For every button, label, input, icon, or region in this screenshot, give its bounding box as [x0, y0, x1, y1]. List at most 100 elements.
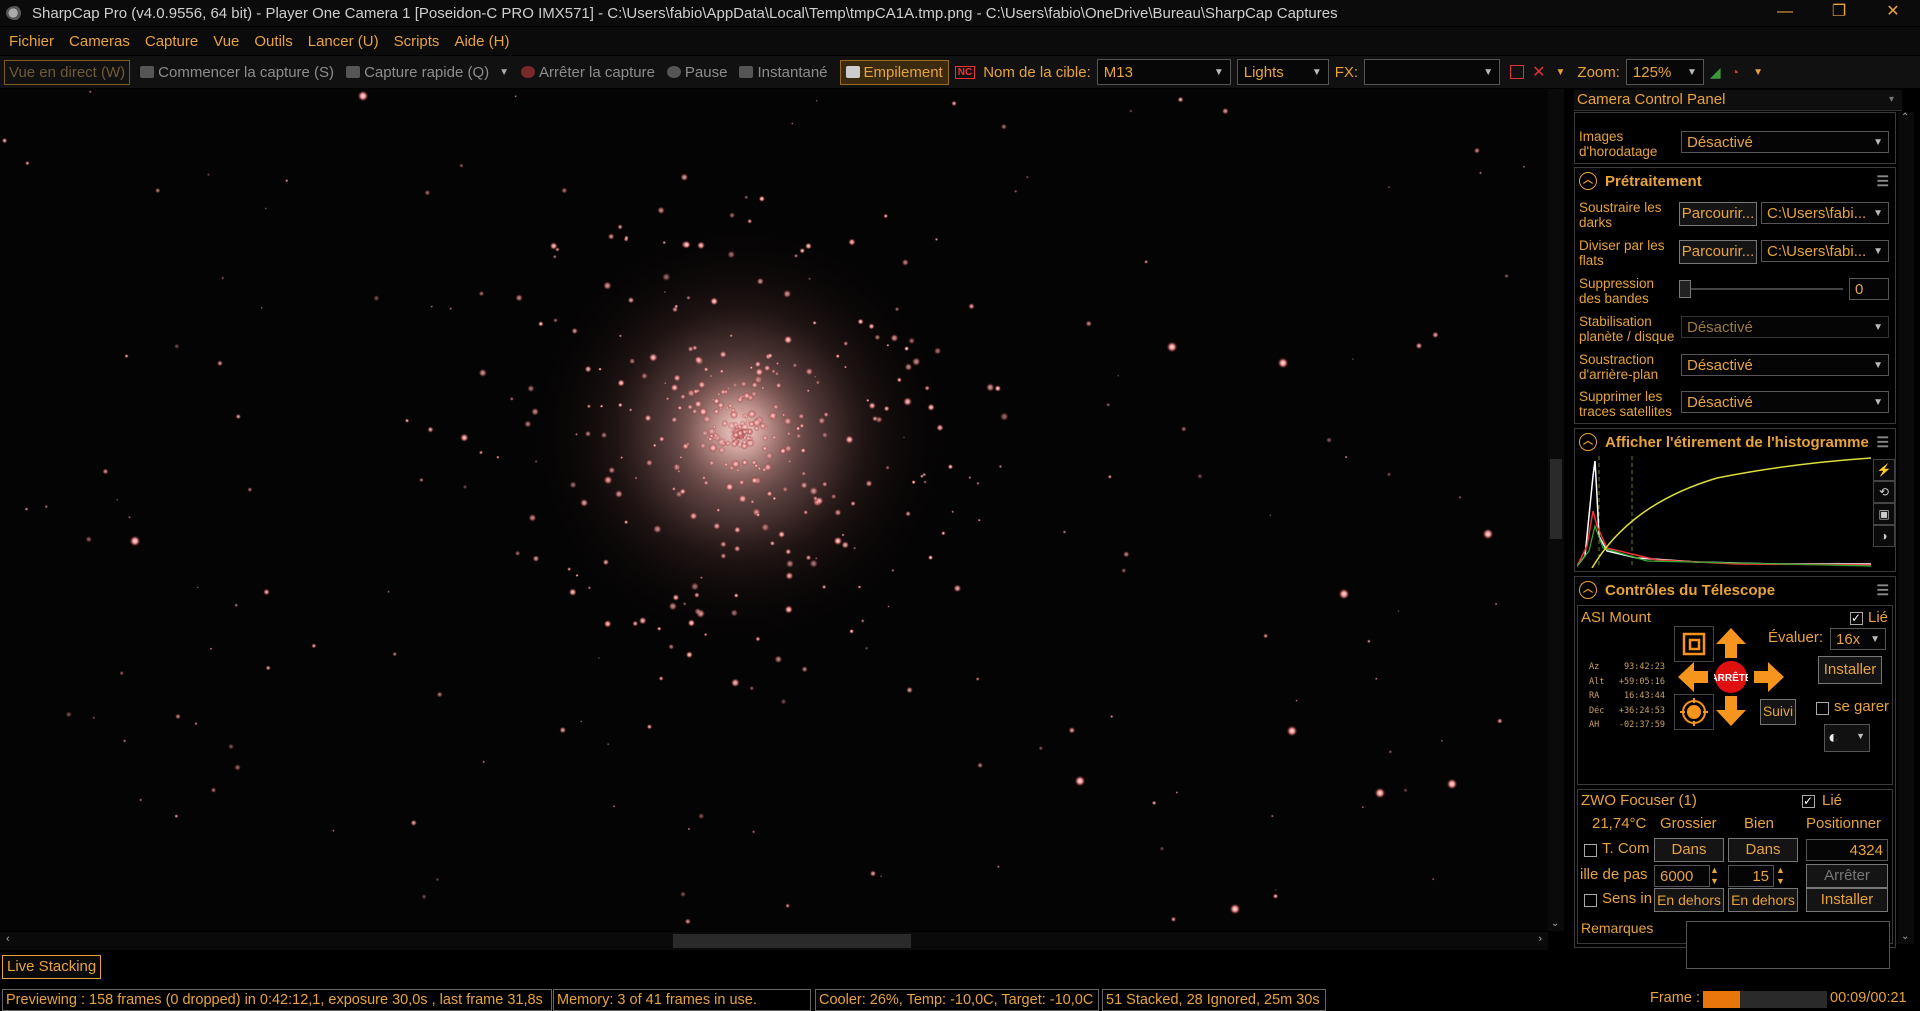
horizontal-scroll-thumb[interactable]	[673, 934, 911, 948]
telescope-header[interactable]: ︿ Contrôles du Télescope ☰	[1575, 577, 1895, 603]
fine-step-spinner-icon[interactable]: ▲ ▼	[1776, 865, 1785, 887]
zoom-dropdown[interactable]: 125% ▼	[1625, 59, 1704, 85]
menu-icon[interactable]: ☰	[1876, 173, 1889, 190]
focuser-stop-button[interactable]: Arrêter	[1806, 864, 1888, 888]
restore-button[interactable]: ❐	[1812, 0, 1866, 26]
banding-value-input[interactable]: 0	[1849, 278, 1889, 300]
preprocessing-header[interactable]: ︿ Prétraitement ☰	[1575, 168, 1895, 194]
mount-install-button[interactable]: Installer	[1818, 656, 1882, 684]
banding-slider-handle[interactable]	[1679, 280, 1691, 298]
frame-type-dropdown[interactable]: Lights ▼	[1236, 59, 1329, 85]
collapse-icon[interactable]: ︿	[1579, 172, 1597, 190]
stacking-button[interactable]: Empilement	[839, 59, 949, 85]
stabilisation-select[interactable]: Désactivé ▼	[1681, 316, 1889, 338]
coarse-step-spinner-icon[interactable]: ▲ ▼	[1710, 865, 1719, 887]
menu-capture[interactable]: Capture	[145, 33, 198, 50]
star	[901, 258, 909, 267]
start-capture-button[interactable]: Commencer la capture (S)	[140, 64, 334, 81]
live-stacking-tab[interactable]: Live Stacking	[2, 955, 102, 979]
save-icon[interactable]: ▣	[1873, 503, 1895, 525]
moon-mode-select[interactable]: ◐ ▼	[1824, 724, 1870, 752]
menu-icon[interactable]: ☰	[1876, 582, 1889, 599]
scroll-down-icon[interactable]: ⌄	[1551, 918, 1559, 929]
flats-path-select[interactable]: C:\Users\fabi... ▼	[1761, 240, 1889, 262]
scroll-up-icon[interactable]: ⌃	[1901, 112, 1909, 123]
tracking-button[interactable]: Suivi	[1760, 699, 1796, 725]
nc-badge[interactable]: NC	[954, 65, 976, 79]
menu-icon[interactable]: ☰	[1876, 434, 1889, 451]
stop-mount-button[interactable]: ARRÊTE	[1712, 660, 1750, 694]
menu-outils[interactable]: Outils	[254, 33, 292, 50]
contrast-icon[interactable]: ◑	[1873, 525, 1895, 547]
move-right-button[interactable]	[1750, 660, 1788, 694]
minimize-button[interactable]: —	[1758, 0, 1812, 26]
selection-rect-icon[interactable]	[1510, 65, 1525, 79]
chevron-down-icon[interactable]: ▼	[1556, 67, 1566, 78]
fine-in-button[interactable]: Dans	[1728, 838, 1798, 862]
crosshair-icon[interactable]: ✕	[1532, 62, 1545, 82]
satellites-select[interactable]: Désactivé ▼	[1681, 391, 1889, 413]
pause-button[interactable]: Pause	[666, 64, 727, 81]
collapse-icon[interactable]: ︿	[1579, 433, 1597, 451]
darks-browse-button[interactable]: Parcourir...	[1679, 202, 1757, 226]
menu-scripts[interactable]: Scripts	[394, 33, 440, 50]
reset-icon[interactable]: ⟲	[1873, 481, 1895, 503]
target-name-dropdown[interactable]: M13 ▼	[1096, 59, 1231, 85]
pin-icon[interactable]: ▾	[1889, 90, 1894, 110]
menu-lancer[interactable]: Lancer (U)	[308, 33, 379, 50]
stop-capture-button[interactable]: Arrêter la capture	[521, 64, 655, 81]
menu-fichier[interactable]: Fichier	[9, 33, 54, 50]
mount-linked-checkbox[interactable]	[1850, 611, 1863, 625]
live-view-button[interactable]: Vue en direct (W)	[4, 59, 131, 85]
coarse-out-button[interactable]: En dehors	[1654, 888, 1724, 912]
scroll-right-icon[interactable]: ›	[1538, 933, 1542, 945]
position-input[interactable]: 4324	[1806, 839, 1888, 861]
histogram-plot[interactable]	[1577, 456, 1871, 568]
horizontal-scrollbar[interactable]: ‹ ›	[0, 932, 1548, 950]
vertical-scroll-thumb[interactable]	[1550, 459, 1562, 539]
auto-stretch-icon[interactable]: ⚡	[1873, 459, 1895, 481]
focuser-linked-checkbox[interactable]	[1802, 794, 1815, 808]
star	[652, 524, 662, 534]
menu-cameras[interactable]: Cameras	[69, 33, 130, 50]
histogram-icon[interactable]: ◢	[1710, 64, 1721, 81]
fine-step-input[interactable]: 15	[1728, 865, 1774, 887]
fine-out-button[interactable]: En dehors	[1728, 888, 1798, 912]
flats-browse-button[interactable]: Parcourir...	[1679, 240, 1757, 264]
chevron-down-icon[interactable]: ▼	[499, 67, 509, 78]
snapshot-button[interactable]: Instantané	[739, 64, 828, 81]
move-up-button[interactable]	[1712, 626, 1750, 660]
reverse-checkbox[interactable]	[1584, 894, 1597, 907]
histogram-header[interactable]: ︿ Afficher l'étirement de l'histogramme ☰	[1575, 429, 1895, 455]
focuser-install-button[interactable]: Installer	[1806, 888, 1888, 912]
chevron-down-icon[interactable]: ▼	[1753, 67, 1763, 78]
scroll-left-icon[interactable]: ‹	[6, 933, 10, 945]
image-viewport[interactable]	[0, 89, 1548, 931]
coarse-in-button[interactable]: Dans	[1654, 838, 1724, 862]
vertical-scrollbar[interactable]: ⌄	[1548, 89, 1564, 931]
star	[755, 512, 761, 518]
background-select[interactable]: Désactivé ▼	[1681, 354, 1889, 376]
clock-icon[interactable]: ◔	[1731, 64, 1739, 80]
timestamp-select[interactable]: Désactivé ▼	[1681, 131, 1889, 153]
close-button[interactable]: ✕	[1866, 0, 1920, 26]
quick-capture-button[interactable]: Capture rapide (Q) ▼	[346, 64, 509, 81]
menu-aide[interactable]: Aide (H)	[454, 33, 509, 50]
park-checkbox[interactable]	[1816, 702, 1829, 715]
tcomp-checkbox[interactable]	[1584, 844, 1597, 857]
scroll-down-icon[interactable]: ⌄	[1901, 931, 1909, 942]
star	[697, 812, 705, 820]
rate-select[interactable]: 16x ▼	[1830, 628, 1886, 650]
align-icon[interactable]	[1674, 626, 1714, 662]
collapse-icon[interactable]: ︿	[1579, 581, 1597, 599]
darks-path-select[interactable]: C:\Users\fabi... ▼	[1761, 202, 1889, 224]
panel-scrollbar[interactable]: ⌃ ⌄	[1898, 112, 1914, 944]
center-target-icon[interactable]	[1674, 694, 1714, 730]
fx-dropdown[interactable]: ▼	[1364, 59, 1501, 85]
move-left-button[interactable]	[1674, 660, 1712, 694]
notes-textarea[interactable]	[1686, 921, 1890, 969]
menu-vue[interactable]: Vue	[213, 33, 239, 50]
coarse-step-input[interactable]: 6000	[1654, 865, 1710, 887]
banding-slider[interactable]	[1679, 280, 1843, 298]
move-down-button[interactable]	[1712, 694, 1750, 728]
